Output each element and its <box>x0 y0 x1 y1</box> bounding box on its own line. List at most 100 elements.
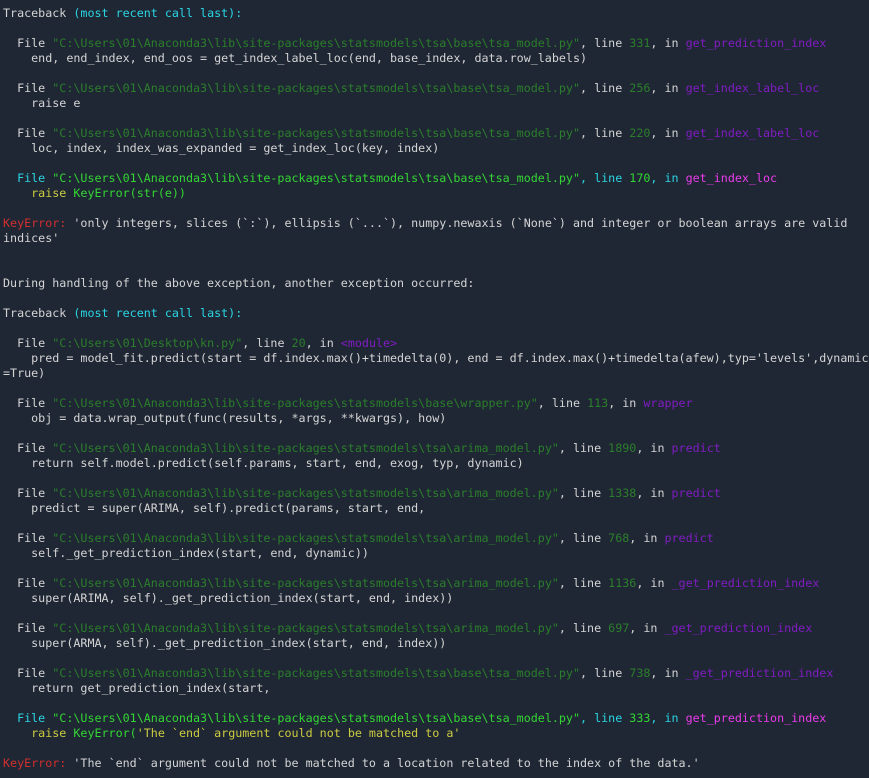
text-segment: 697 <box>608 621 630 635</box>
traceback-line: File "C:\Users\01\Anaconda3\lib\site-pac… <box>3 576 866 591</box>
traceback-line: pred = model_fit.predict(start = df.inde… <box>3 351 869 366</box>
text-segment: , in <box>650 36 686 50</box>
text-segment: 220 <box>629 126 651 140</box>
text-segment: 1338 <box>608 486 637 500</box>
traceback-line: loc, index, index_was_expanded = get_ind… <box>3 141 866 156</box>
text-segment: , line <box>242 336 292 350</box>
text-segment: KeyError: <box>3 216 67 230</box>
traceback-line: end, end_index, end_oos = get_index_labe… <box>3 51 866 66</box>
console-traceback-output: Traceback (most recent call last): File … <box>0 0 869 778</box>
traceback-line: File "C:\Users\01\Anaconda3\lib\site-pac… <box>3 666 866 681</box>
text-segment: , in <box>650 666 686 680</box>
traceback-line: raise KeyError('The `end` argument could… <box>3 726 866 741</box>
traceback-line: raise e <box>3 96 866 111</box>
text-segment: predict <box>664 531 714 545</box>
text-segment: , line <box>537 396 588 410</box>
text-segment: KeyError( <box>73 726 137 740</box>
text-segment: "C:\Users\01\Anaconda3\lib\site-packages… <box>52 486 559 500</box>
text-segment: super(ARIMA, self)._get_prediction_index… <box>3 591 454 605</box>
text-segment: (most recent call last): <box>73 6 243 20</box>
text-segment: , line <box>558 486 609 500</box>
traceback-line: KeyError: 'The `end` argument could not … <box>3 756 866 771</box>
text-segment: , line <box>558 576 609 590</box>
text-segment: 738 <box>629 666 651 680</box>
traceback-line: Traceback (most recent call last): <box>3 6 866 21</box>
traceback-line: return get_prediction_index(start, <box>3 681 866 696</box>
text-segment: "C:\Users\01\Anaconda3\lib\site-packages… <box>52 666 581 680</box>
text-segment: 113 <box>587 396 609 410</box>
traceback-line: File "C:\Users\01\Anaconda3\lib\site-pac… <box>3 531 866 546</box>
text-segment: predict <box>671 486 721 500</box>
text-segment: _get_prediction_index <box>671 576 820 590</box>
text-segment: Traceback <box>3 306 74 320</box>
text-segment: "C:\Users\01\Anaconda3\lib\site-packages… <box>52 126 581 140</box>
text-segment: "C:\Users\01\Desktop\kn.py" <box>52 336 243 350</box>
text-segment: 1890 <box>608 441 637 455</box>
text-segment: , line <box>580 171 630 185</box>
traceback-line: indices' <box>3 231 866 246</box>
text-segment: , in <box>608 396 644 410</box>
traceback-line: File "C:\Users\01\Anaconda3\lib\site-pac… <box>3 621 866 636</box>
text-segment: 'The `end` argument could not be matched… <box>136 726 461 740</box>
text-segment: , line <box>580 81 630 95</box>
text-segment: Traceback <box>3 6 74 20</box>
traceback-line: predict = super(ARIMA, self).predict(par… <box>3 501 866 516</box>
text-segment: 1136 <box>608 576 637 590</box>
text-segment: , in <box>650 711 686 725</box>
text-segment: , in <box>650 171 686 185</box>
text-segment: self._get_prediction_index(start, end, d… <box>3 546 369 560</box>
text-segment: "C:\Users\01\Anaconda3\lib\site-packages… <box>52 531 559 545</box>
text-segment: pred = model_fit.predict(start = df.inde… <box>3 351 869 365</box>
text-segment: raise e <box>3 96 81 110</box>
text-segment: (most recent call last): <box>73 306 243 320</box>
text-segment: 256 <box>629 81 651 95</box>
text-segment: wrapper <box>643 396 693 410</box>
text-segment: raise <box>3 726 74 740</box>
text-segment: 'The `end` argument could not be matched… <box>66 756 700 770</box>
text-segment: , in <box>305 336 341 350</box>
text-segment: 768 <box>608 531 630 545</box>
text-segment: File <box>3 486 53 500</box>
text-segment: "C:\Users\01\Anaconda3\lib\site-packages… <box>52 81 581 95</box>
traceback-line: File "C:\Users\01\Desktop\kn.py", line 2… <box>3 336 866 351</box>
text-segment: File <box>3 711 53 725</box>
text-segment: _get_prediction_index <box>685 666 834 680</box>
text-segment: return get_prediction_index(start, <box>3 681 271 695</box>
traceback-line: File "C:\Users\01\Anaconda3\lib\site-pac… <box>3 486 866 501</box>
traceback-line: =True) <box>3 366 866 381</box>
traceback-line: File "C:\Users\01\Anaconda3\lib\site-pac… <box>3 441 866 456</box>
text-segment: , line <box>558 441 609 455</box>
text-segment: , in <box>636 486 672 500</box>
traceback-line: super(ARIMA, self)._get_prediction_index… <box>3 591 866 606</box>
text-segment: =True) <box>3 366 46 380</box>
text-segment: 'only integers, slices (`:`), ellipsis (… <box>66 216 848 230</box>
text-segment: "C:\Users\01\Anaconda3\lib\site-packages… <box>52 396 538 410</box>
text-segment: "C:\Users\01\Anaconda3\lib\site-packages… <box>52 171 581 185</box>
text-segment: File <box>3 81 53 95</box>
traceback-line: During handling of the above exception, … <box>3 276 866 291</box>
text-segment: obj = data.wrap_output(func(results, *ar… <box>3 411 447 425</box>
text-segment: File <box>3 621 53 635</box>
traceback-line: Traceback (most recent call last): <box>3 306 866 321</box>
text-segment: _get_prediction_index <box>664 621 813 635</box>
traceback-line: File "C:\Users\01\Anaconda3\lib\site-pac… <box>3 126 866 141</box>
text-segment: , in <box>636 576 672 590</box>
text-segment: get_prediction_index <box>685 711 827 725</box>
text-segment: File <box>3 171 53 185</box>
traceback-line: File "C:\Users\01\Anaconda3\lib\site-pac… <box>3 171 866 186</box>
text-segment: get_index_label_loc <box>685 126 820 140</box>
text-segment: get_index_loc <box>685 171 778 185</box>
